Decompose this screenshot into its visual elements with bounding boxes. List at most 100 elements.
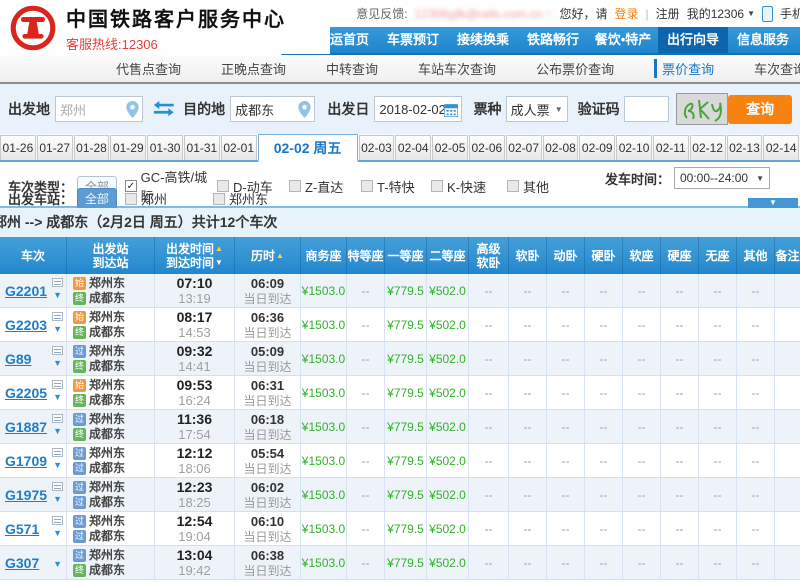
sort-asc-icon[interactable]: ▲ bbox=[276, 249, 284, 263]
checkbox-icon[interactable] bbox=[125, 193, 137, 205]
col-header-2[interactable]: 出发时间▲到达时间▼ bbox=[154, 237, 234, 274]
stops-list-icon[interactable] bbox=[52, 346, 63, 355]
checkbox-icon[interactable] bbox=[431, 180, 443, 192]
sort-asc-icon[interactable]: ▲ bbox=[215, 242, 223, 256]
sub-nav-item-1[interactable]: 正晚点查询 bbox=[221, 59, 286, 78]
sub-nav-item-0[interactable]: 代售点查询 bbox=[116, 59, 181, 78]
expand-row-caret-icon[interactable]: ▼ bbox=[53, 529, 62, 538]
date-tab-02-04[interactable]: 02-04 bbox=[395, 135, 431, 160]
stops-list-icon[interactable] bbox=[52, 516, 63, 525]
main-nav-item-5[interactable]: 出行向导 bbox=[658, 27, 728, 53]
station-all-button[interactable]: 全部 bbox=[77, 188, 117, 209]
date-tab-02-11[interactable]: 02-11 bbox=[653, 135, 689, 160]
expand-row-caret-icon[interactable]: ▼ bbox=[53, 495, 62, 504]
checkbox-icon[interactable] bbox=[213, 193, 225, 205]
ticket-type-select[interactable]: 成人票▼ bbox=[506, 96, 568, 122]
train-type-checkbox-5[interactable]: 其他 bbox=[507, 167, 567, 205]
date-tab-02-10[interactable]: 02-10 bbox=[616, 135, 652, 160]
mobile-link[interactable]: 手机版 bbox=[780, 5, 800, 22]
date-tab-02-02[interactable]: 02-02 周五 bbox=[258, 134, 358, 162]
train-number-link[interactable]: G1975 bbox=[5, 487, 47, 503]
checkbox-icon[interactable] bbox=[361, 180, 373, 192]
price-cell-8: -- bbox=[622, 444, 660, 477]
expand-row-caret-icon[interactable]: ▼ bbox=[53, 359, 62, 368]
sub-nav-item-6[interactable]: 车次查询 bbox=[754, 59, 800, 78]
date-tab-02-05[interactable]: 02-05 bbox=[432, 135, 468, 160]
date-tab-02-08[interactable]: 02-08 bbox=[543, 135, 579, 160]
main-nav-item-6[interactable]: 信息服务 bbox=[728, 27, 798, 53]
from-input[interactable]: 郑州 bbox=[55, 96, 143, 122]
sub-nav-item-3[interactable]: 车站车次查询 bbox=[418, 59, 496, 78]
depart-time: 09:32 bbox=[177, 343, 213, 359]
date-tab-01-27[interactable]: 01-27 bbox=[37, 135, 73, 160]
expand-row-caret-icon[interactable]: ▼ bbox=[53, 291, 62, 300]
train-type-checkbox-3[interactable]: T-特快 bbox=[361, 167, 431, 205]
station-checkbox-0[interactable]: 郑州 bbox=[125, 189, 167, 208]
date-tab-01-26[interactable]: 01-26 bbox=[0, 135, 36, 160]
price-value: -- bbox=[676, 522, 684, 536]
stops-list-icon[interactable] bbox=[52, 414, 63, 423]
expand-row-caret-icon[interactable]: ▼ bbox=[53, 393, 62, 402]
date-tab-02-01[interactable]: 02-01 bbox=[221, 135, 257, 160]
login-link[interactable]: 登录 bbox=[615, 5, 639, 22]
price-cell-9: -- bbox=[660, 546, 698, 579]
date-tab-01-29[interactable]: 01-29 bbox=[110, 135, 146, 160]
stops-list-icon[interactable] bbox=[52, 278, 63, 287]
sub-nav-item-2[interactable]: 中转查询 bbox=[326, 59, 378, 78]
main-nav-item-2[interactable]: 接续换乘 bbox=[448, 27, 518, 53]
expand-row-caret-icon[interactable]: ▼ bbox=[53, 325, 62, 334]
to-input[interactable]: 成都东 bbox=[230, 96, 315, 122]
col-header-3[interactable]: 历时▲ bbox=[234, 237, 300, 274]
expand-row-caret-icon[interactable]: ▼ bbox=[53, 461, 62, 470]
stops-list-icon[interactable] bbox=[52, 448, 63, 457]
train-number-link[interactable]: G2203 bbox=[5, 317, 47, 333]
depart-time-select[interactable]: 00:00--24:00▼ bbox=[674, 167, 770, 189]
train-number-link[interactable]: G2205 bbox=[5, 385, 47, 401]
train-number-link[interactable]: G2201 bbox=[5, 283, 47, 299]
train-number-link[interactable]: G307 bbox=[5, 555, 39, 571]
date-tab-01-28[interactable]: 01-28 bbox=[74, 135, 110, 160]
stops-list-icon[interactable] bbox=[52, 380, 63, 389]
price-value: ¥1503.0 bbox=[302, 522, 345, 536]
stations-cell: 始郑州东终成都东 bbox=[66, 376, 154, 409]
stops-list-icon[interactable] bbox=[52, 482, 63, 491]
expand-row-caret-icon[interactable]: ▼ bbox=[53, 560, 62, 569]
date-tab-01-31[interactable]: 01-31 bbox=[184, 135, 220, 160]
date-tab-02-07[interactable]: 02-07 bbox=[506, 135, 542, 160]
captcha-image[interactable] bbox=[676, 93, 728, 125]
stops-list-icon[interactable] bbox=[52, 312, 63, 321]
date-tab-02-06[interactable]: 02-06 bbox=[469, 135, 505, 160]
date-tab-02-12[interactable]: 02-12 bbox=[690, 135, 726, 160]
price-cell-11: -- bbox=[736, 512, 774, 545]
date-tab-02-03[interactable]: 02-03 bbox=[359, 135, 395, 160]
main-nav-item-3[interactable]: 铁路畅行 bbox=[518, 27, 588, 53]
query-button[interactable]: 查询 bbox=[728, 95, 792, 124]
date-tab-02-13[interactable]: 02-13 bbox=[727, 135, 763, 160]
train-number-link[interactable]: G1887 bbox=[5, 419, 47, 435]
my12306-menu[interactable]: 我的12306 ▼ bbox=[687, 5, 755, 22]
train-number-link[interactable]: G89 bbox=[5, 351, 31, 367]
arrive-day-text: 当日到达 bbox=[243, 564, 291, 578]
swap-stations-button[interactable] bbox=[153, 101, 175, 117]
main-nav-item-1[interactable]: 车票预订 bbox=[378, 27, 448, 53]
date-tab-02-09[interactable]: 02-09 bbox=[579, 135, 615, 160]
sort-desc-icon[interactable]: ▼ bbox=[215, 256, 223, 270]
station-checkbox-1[interactable]: 郑州东 bbox=[213, 189, 268, 208]
main-nav-item-4[interactable]: 餐饮•特产 bbox=[588, 27, 658, 53]
calendar-icon[interactable] bbox=[444, 103, 458, 117]
checkbox-icon[interactable] bbox=[507, 180, 519, 192]
sub-nav-item-5[interactable]: 票价查询 bbox=[654, 59, 714, 78]
price-cell-5: -- bbox=[508, 512, 546, 545]
captcha-input[interactable] bbox=[624, 96, 670, 122]
register-link[interactable]: 注册 bbox=[656, 5, 680, 22]
train-number-link[interactable]: G571 bbox=[5, 521, 39, 537]
date-tab-02-14[interactable]: 02-14 bbox=[763, 135, 799, 160]
collapse-filters-button[interactable]: ▼ bbox=[748, 198, 798, 208]
train-number-link[interactable]: G1709 bbox=[5, 453, 47, 469]
sub-nav-item-4[interactable]: 公布票价查询 bbox=[536, 59, 614, 78]
date-tab-01-30[interactable]: 01-30 bbox=[147, 135, 183, 160]
date-input[interactable]: 2018-02-02 bbox=[374, 96, 461, 122]
price-cell-9: -- bbox=[660, 512, 698, 545]
train-type-checkbox-4[interactable]: K-快速 bbox=[431, 167, 507, 205]
expand-row-caret-icon[interactable]: ▼ bbox=[53, 427, 62, 436]
